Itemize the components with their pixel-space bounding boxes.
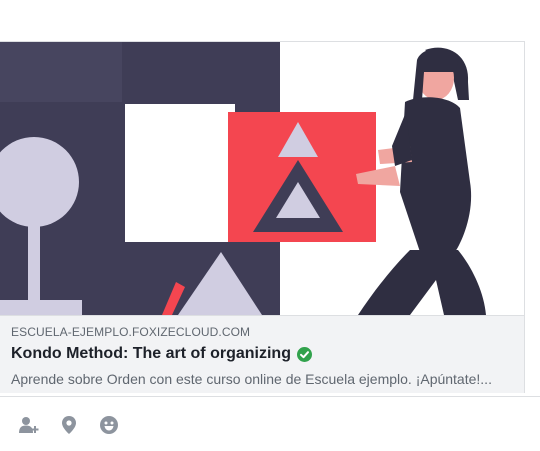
link-domain: ESCUELA-EJEMPLO.FOXIZECLOUD.COM <box>11 325 251 339</box>
link-description: Aprende sobre Orden con este curso onlin… <box>11 371 492 387</box>
check-in-button[interactable] <box>58 415 80 439</box>
link-preview-meta[interactable]: ESCUELA-EJEMPLO.FOXIZECLOUD.COM Kondo Me… <box>0 315 524 393</box>
link-preview-card[interactable]: ESCUELA-EJEMPLO.FOXIZECLOUD.COM Kondo Me… <box>0 41 525 393</box>
link-title-row: Kondo Method: The art of organizing <box>11 345 312 363</box>
emoji-icon <box>100 415 118 439</box>
link-title[interactable]: Kondo Method: The art of organizing <box>11 345 291 363</box>
verified-check-icon <box>296 346 312 362</box>
tag-friends-button[interactable] <box>18 416 40 438</box>
composer-toolbar <box>18 415 138 439</box>
tag-friends-icon <box>19 416 39 439</box>
feeling-activity-button[interactable] <box>98 415 120 439</box>
location-pin-icon <box>62 415 76 439</box>
course-illustration <box>0 42 486 315</box>
link-preview-image[interactable] <box>0 42 524 315</box>
composer-divider <box>0 396 540 397</box>
